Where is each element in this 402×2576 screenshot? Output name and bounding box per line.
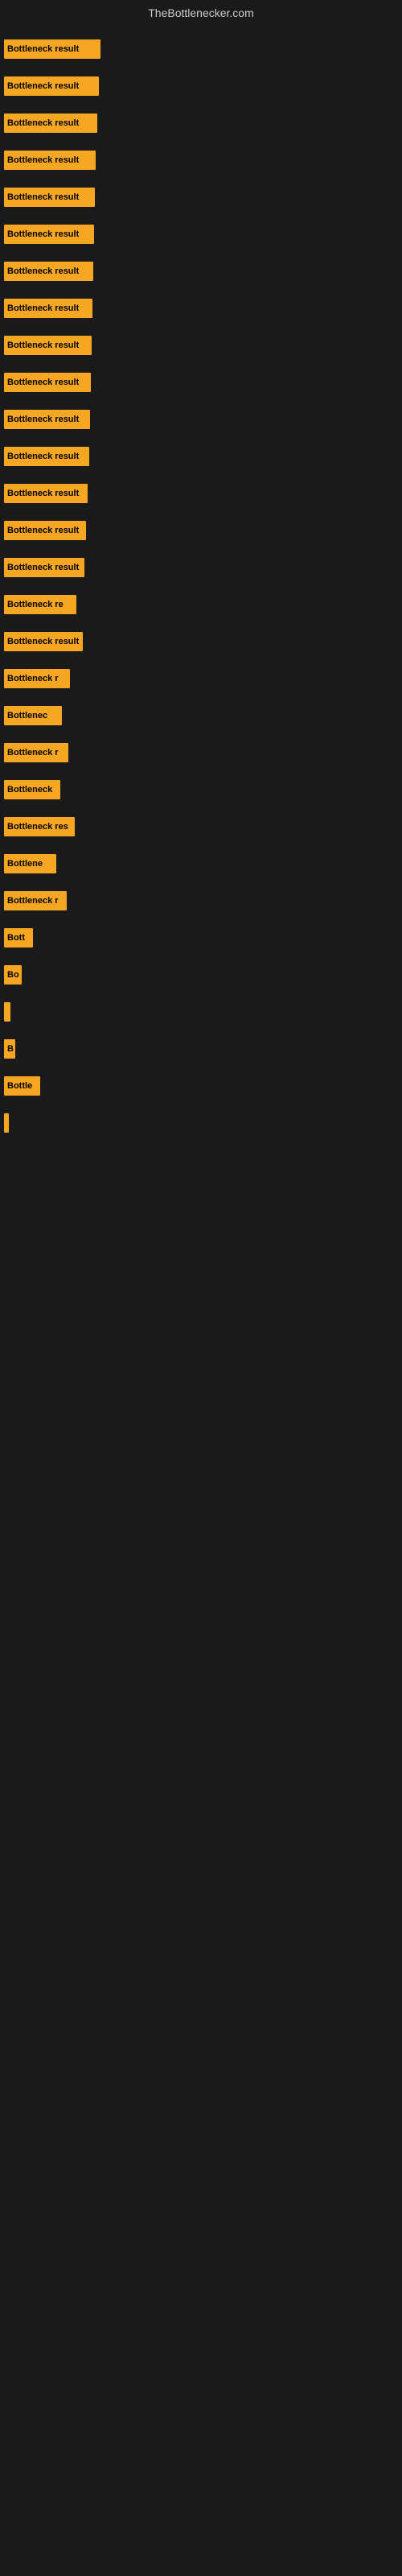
bars-container: Bottleneck result Bottleneck result Bottle… — [0, 26, 402, 1153]
bar-label: Bottleneck result — [7, 118, 79, 128]
bar-row: Bottleneck result — [4, 256, 398, 287]
bottleneck-bar: Bottleneck result — [4, 76, 99, 96]
bar-label: Bo — [7, 970, 19, 980]
bar-row: Bottleneck r — [4, 737, 398, 768]
bar-label: Bottleneck result — [7, 81, 79, 91]
bar-row: Bottleneck result — [4, 182, 398, 213]
bar-label: Bottleneck result — [7, 341, 79, 350]
bottleneck-bar: Bottleneck result — [4, 299, 92, 318]
bottleneck-bar: Bottleneck result — [4, 410, 90, 429]
bottleneck-bar: Bottleneck result — [4, 373, 91, 392]
bottleneck-bar: Bottleneck result — [4, 151, 96, 170]
bar-row: Bottleneck result — [4, 367, 398, 398]
bar-row: Bottleneck r — [4, 663, 398, 694]
bar-label: B — [7, 1044, 14, 1054]
bar-row: Bottle — [4, 1071, 398, 1101]
bar-row: Bottleneck re — [4, 589, 398, 620]
bar-label: Bottleneck r — [7, 896, 59, 906]
bottleneck-bar: Bottlene — [4, 854, 56, 873]
bottleneck-bar: Bottleneck result — [4, 447, 89, 466]
bar-row — [4, 1108, 398, 1138]
bar-label: Bottleneck re — [7, 600, 64, 609]
bottleneck-bar: Bottleneck result — [4, 39, 100, 59]
bar-label: Bottleneck res — [7, 822, 68, 832]
bottleneck-bar: Bottlenec — [4, 706, 62, 725]
bar-label: Bottleneck result — [7, 489, 79, 498]
bottleneck-bar — [4, 1113, 9, 1133]
bottleneck-bar: Bottleneck result — [4, 558, 84, 577]
bar-row: Bottleneck result — [4, 219, 398, 250]
bar-row: Bottleneck result — [4, 293, 398, 324]
bar-label: Bottleneck result — [7, 229, 79, 239]
bar-label: Bottle — [7, 1081, 32, 1091]
bottleneck-bar: Bottleneck r — [4, 891, 67, 910]
bar-row: Bottleneck result — [4, 108, 398, 138]
bottleneck-bar: Bottleneck result — [4, 225, 94, 244]
bar-label: Bottlene — [7, 859, 43, 869]
bar-label: Bottleneck result — [7, 415, 79, 424]
bar-row: Bottleneck — [4, 774, 398, 805]
bar-row: Bottlene — [4, 848, 398, 879]
bar-row: Bottleneck result — [4, 34, 398, 64]
bar-row: Bottleneck result — [4, 552, 398, 583]
bar-row: Bottleneck result — [4, 478, 398, 509]
bar-label: Bottlenec — [7, 711, 47, 720]
bottleneck-bar: Bottleneck result — [4, 262, 93, 281]
bottleneck-bar: Bottleneck result — [4, 114, 97, 133]
bottleneck-bar: Bo — [4, 965, 22, 985]
bar-label: Bottleneck r — [7, 748, 59, 758]
bar-label: Bottleneck result — [7, 303, 79, 313]
bottleneck-bar: Bottleneck r — [4, 743, 68, 762]
bar-row: Bottleneck result — [4, 71, 398, 101]
bottleneck-bar: Bottleneck result — [4, 484, 88, 503]
bar-row: Bottleneck result — [4, 330, 398, 361]
bar-row: Bottleneck r — [4, 886, 398, 916]
bottleneck-bar — [4, 1002, 10, 1022]
bar-row: Bottleneck res — [4, 811, 398, 842]
bottleneck-bar: Bott — [4, 928, 33, 947]
bar-label: Bottleneck result — [7, 155, 79, 165]
bar-label: Bottleneck result — [7, 266, 79, 276]
bar-row: Bottlenec — [4, 700, 398, 731]
bar-label: Bott — [7, 933, 25, 943]
bottleneck-bar: Bottleneck result — [4, 521, 86, 540]
bar-row: B — [4, 1034, 398, 1064]
bar-row: Bottleneck result — [4, 515, 398, 546]
bottleneck-bar: Bottleneck result — [4, 188, 95, 207]
bar-row: Bo — [4, 960, 398, 990]
bar-label: Bottleneck result — [7, 563, 79, 572]
bar-label: Bottleneck result — [7, 637, 79, 646]
bar-label: Bottleneck result — [7, 192, 79, 202]
bar-row: Bottleneck result — [4, 145, 398, 175]
bar-row: Bottleneck result — [4, 441, 398, 472]
bar-row — [4, 997, 398, 1027]
bottleneck-bar: Bottleneck result — [4, 336, 92, 355]
bar-label: Bottleneck — [7, 785, 52, 795]
bar-row: Bott — [4, 923, 398, 953]
site-title: TheBottlenecker.com — [0, 0, 402, 26]
bottleneck-bar: B — [4, 1039, 15, 1059]
bottleneck-bar: Bottleneck result — [4, 632, 83, 651]
bar-label: Bottleneck result — [7, 378, 79, 387]
bottleneck-bar: Bottleneck re — [4, 595, 76, 614]
bar-label: Bottleneck result — [7, 44, 79, 54]
bar-label: Bottleneck result — [7, 526, 79, 535]
bottleneck-bar: Bottle — [4, 1076, 40, 1096]
bar-row: Bottleneck result — [4, 404, 398, 435]
bottleneck-bar: Bottleneck res — [4, 817, 75, 836]
bar-label: Bottleneck result — [7, 452, 79, 461]
bottleneck-bar: Bottleneck r — [4, 669, 70, 688]
bar-label: Bottleneck r — [7, 674, 59, 683]
bottleneck-bar: Bottleneck — [4, 780, 60, 799]
bar-row: Bottleneck result — [4, 626, 398, 657]
